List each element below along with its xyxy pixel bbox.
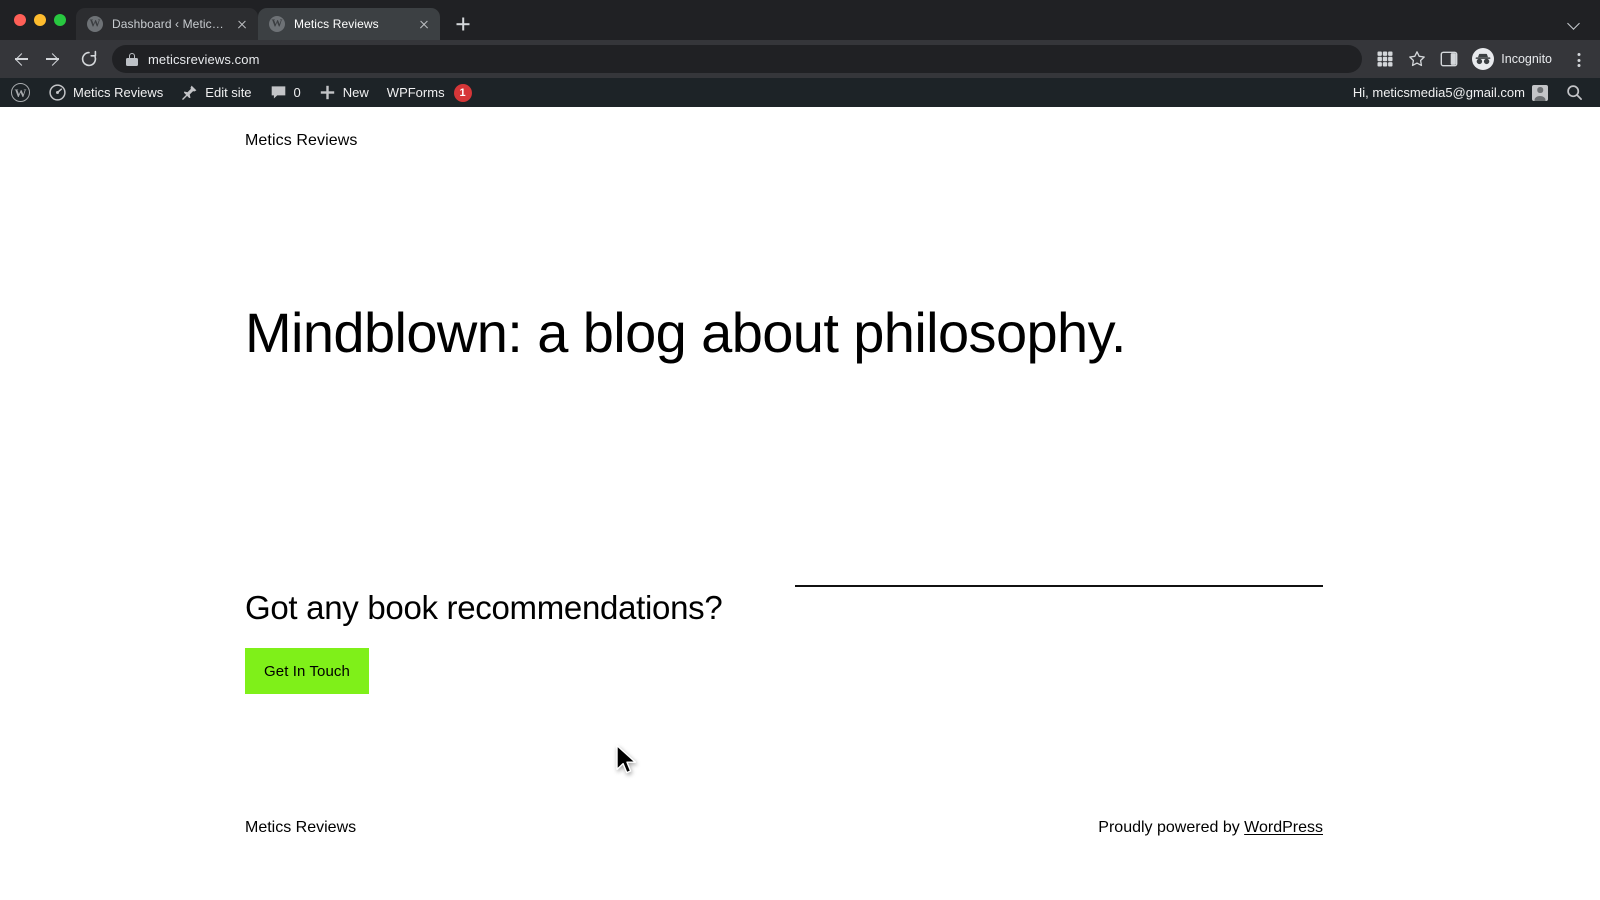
adminbar-new-content[interactable]: New <box>310 78 378 107</box>
adminbar-site-name[interactable]: Metics Reviews <box>40 78 172 107</box>
browser-toolbar: meticsreviews.com Incognito <box>0 40 1600 78</box>
footer-credit-prefix: Proudly powered by <box>1098 819 1245 836</box>
search-icon <box>1566 84 1583 101</box>
maximize-window-button[interactable] <box>54 14 66 26</box>
adminbar-search[interactable] <box>1557 78 1592 107</box>
minimize-window-button[interactable] <box>34 14 46 26</box>
adminbar-my-account[interactable]: Hi, meticsmedia5@gmail.com <box>1344 78 1557 107</box>
adminbar-site-name-label: Metics Reviews <box>73 85 164 100</box>
footer-site-title[interactable]: Metics Reviews <box>245 819 356 837</box>
adminbar-edit-site-label: Edit site <box>205 85 252 100</box>
close-tab-icon[interactable] <box>234 16 250 32</box>
cta-heading: Got any book recommendations? <box>245 589 723 626</box>
side-panel-icon[interactable] <box>1434 44 1464 74</box>
horizontal-divider <box>795 585 1323 587</box>
browser-tab-metics-reviews[interactable]: Metics Reviews <box>258 8 440 40</box>
reload-icon <box>81 50 97 67</box>
avatar <box>1532 84 1548 101</box>
incognito-profile-chip[interactable]: Incognito <box>1468 45 1564 73</box>
dashboard-gauge-icon <box>49 84 66 101</box>
browser-tab-dashboard[interactable]: Dashboard ‹ Metics Reviews — <box>76 8 258 40</box>
wordpress-logo-icon <box>11 83 30 102</box>
chevron-down-icon[interactable] <box>1560 9 1588 37</box>
site-title[interactable]: Metics Reviews <box>245 132 358 150</box>
wordpress-favicon-icon <box>269 16 285 32</box>
tab-title: Dashboard ‹ Metics Reviews — <box>112 17 228 31</box>
reload-button[interactable] <box>74 44 104 74</box>
wordpress-favicon-icon <box>87 16 103 32</box>
incognito-label: Incognito <box>1501 52 1552 66</box>
adminbar-wordpress-logo[interactable] <box>0 78 40 107</box>
pin-icon <box>181 84 198 101</box>
adminbar-wpforms[interactable]: WPForms 1 <box>378 78 481 107</box>
window-traffic-lights <box>10 0 76 40</box>
extensions-icon[interactable] <box>1370 44 1400 74</box>
hero-heading: Mindblown: a blog about philosophy. <box>245 301 1126 364</box>
adminbar-comments-count: 0 <box>293 85 301 100</box>
page-viewport: Metics Reviews Mindblown: a blog about p… <box>0 107 1600 900</box>
wordpress-admin-bar: Metics Reviews Edit site 0 <box>0 78 1600 107</box>
lock-icon <box>126 52 138 66</box>
plus-icon <box>319 84 336 101</box>
footer-credit: Proudly powered by WordPress <box>1098 819 1323 837</box>
comment-bubble-icon <box>270 84 287 101</box>
incognito-avatar-icon <box>1472 48 1495 70</box>
address-bar-url: meticsreviews.com <box>148 51 260 67</box>
adminbar-wpforms-label: WPForms <box>386 85 445 100</box>
adminbar-comments[interactable]: 0 <box>261 78 310 107</box>
tab-title: Metics Reviews <box>294 17 379 31</box>
browser-menu-icon[interactable] <box>1566 44 1592 74</box>
forward-button[interactable] <box>38 44 68 74</box>
adminbar-new-label: New <box>342 85 369 100</box>
tab-strip: Dashboard ‹ Metics Reviews — Metics Revi… <box>0 0 1600 40</box>
bookmark-star-icon[interactable] <box>1402 44 1432 74</box>
browser-window: Dashboard ‹ Metics Reviews — Metics Revi… <box>0 0 1600 900</box>
get-in-touch-button[interactable]: Get In Touch <box>245 648 369 694</box>
wpforms-notification-badge: 1 <box>453 83 472 102</box>
close-tab-icon[interactable] <box>416 16 432 32</box>
close-window-button[interactable] <box>14 14 26 26</box>
adminbar-greeting-label: Hi, meticsmedia5@gmail.com <box>1352 85 1525 100</box>
adminbar-edit-site[interactable]: Edit site <box>172 78 260 107</box>
mouse-cursor <box>616 744 637 774</box>
new-tab-button[interactable] <box>449 10 477 38</box>
wordpress-link[interactable]: WordPress <box>1244 819 1323 836</box>
back-button[interactable] <box>6 44 36 74</box>
address-bar[interactable]: meticsreviews.com <box>112 45 1363 73</box>
page-content: Metics Reviews Mindblown: a blog about p… <box>0 107 1600 900</box>
